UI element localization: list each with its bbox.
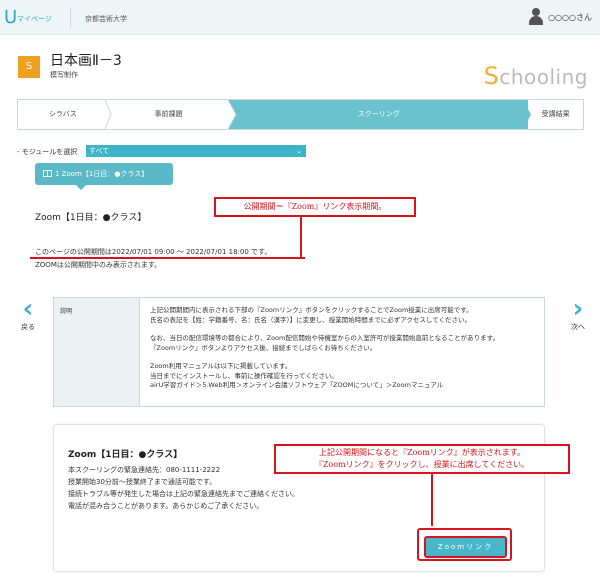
module-select[interactable]: すべて ⌄ <box>86 145 306 157</box>
tab-pre-assignment[interactable]: 事前課題 <box>108 100 230 129</box>
tab-schooling[interactable]: スクーリング <box>228 100 532 129</box>
prev-button[interactable]: ‹ 戻る <box>17 296 39 338</box>
description-text: 当日までにインストールし、事前に操作確認を行ってください。 <box>150 371 338 380</box>
user-menu[interactable]: ○○○○さん <box>528 8 592 26</box>
next-label: 次へ <box>571 323 585 331</box>
chevron-down-icon: ⌄ <box>296 147 302 155</box>
page-title: 日本画Ⅱ－3 <box>50 53 122 69</box>
user-name: ○○○○さん <box>548 12 592 22</box>
callout-text: 『Zoomリンク』をクリックし、授業に出席してください。 <box>314 460 530 469</box>
card-line: 接続トラブル等が発生した場合は上記の緊急連絡先までご連絡ください。 <box>68 490 299 498</box>
chevron-left-icon: ‹ <box>22 294 34 324</box>
prev-label: 戻る <box>21 323 35 331</box>
card-title: Zoom【1日目：●クラス】 <box>68 450 183 460</box>
description-body: 上記公開期間内に表示される下部の『Zoomリンク』ボタンをクリックすることでZo… <box>140 298 544 406</box>
course-badge: S <box>18 56 40 78</box>
section-title: Zoom【1日目：●クラス】 <box>35 213 147 223</box>
period-highlight <box>30 257 305 259</box>
zoom-callout: 上記公開期間になると『Zoomリンク』が表示されます。 『Zoomリンク』をクリ… <box>274 444 570 474</box>
callout-text: 上記公開期間になると『Zoomリンク』が表示されます。 <box>319 448 525 457</box>
divider <box>70 8 71 28</box>
period-note: ZOOMは公開期間中のみ表示されます。 <box>35 261 162 269</box>
tab-pointer <box>76 185 86 190</box>
course-tabs: シラバス 事前課題 スクーリング 受講結果 <box>17 99 584 130</box>
description-table: 説明 上記公開期間内に表示される下部の『Zoomリンク』ボタンをクリックすること… <box>53 297 545 407</box>
tab-syllabus[interactable]: シラバス <box>18 100 112 129</box>
callout-connector <box>431 474 433 526</box>
next-button[interactable]: › 次へ <box>563 296 593 338</box>
logo[interactable]: U <box>4 7 17 28</box>
module-label: - モジュールを選択 <box>17 148 78 156</box>
card-contact-info: 本スクーリングの緊急連絡先：080-1111-2222 授業開始30分前～授業終… <box>68 464 299 512</box>
tab-results[interactable]: 受講結果 <box>528 100 583 129</box>
description-text: 『Zoomリンク』ボタンよりアクセス後、接続までしばらくお待ちください。 <box>150 343 377 352</box>
publication-period: このページの公開期間は2022/07/01 09:00 ～ 2022/07/01… <box>35 248 272 256</box>
top-bar: U マイページ 京都芸術大学 ○○○○さん <box>0 0 600 35</box>
description-text: 氏名の表記を【姓：学籍番号、名：氏名（漢字）】に変更し、授業開始時間までに必ずア… <box>150 315 472 324</box>
period-callout: 公開期間＝『Zoom』リンク表示期間。 <box>214 197 416 217</box>
description-header: 説明 <box>54 298 140 406</box>
user-icon <box>528 8 544 26</box>
chevron-right-icon: › <box>572 294 584 324</box>
description-text: Zoom利用マニュアルは以下に掲載しています。 <box>150 362 292 370</box>
zoom-session-tab[interactable]: 1 Zoom【1日目：●クラス】 <box>35 163 173 185</box>
course-subtitle: 模写制作 <box>50 71 78 79</box>
university-name: 京都芸術大学 <box>85 15 127 23</box>
book-icon <box>43 170 52 177</box>
mypage-link[interactable]: マイページ <box>17 14 52 24</box>
callout-connector <box>300 217 302 258</box>
emergency-contact: 本スクーリングの緊急連絡先：080-1111-2222 <box>68 466 221 474</box>
description-text: 上記公開期間内に表示される下部の『Zoomリンク』ボタンをクリックすることでZo… <box>150 306 473 314</box>
schooling-logo: Schooling <box>483 62 588 90</box>
card-line: 電話が混み合うことがあります。あらかじめご了承ください。 <box>68 502 264 510</box>
manual-path: airU学習ガイド＞5.Web利用＞オンライン会議ソフトウェア「ZOOMについて… <box>150 381 444 389</box>
zoom-button-highlight <box>417 528 512 561</box>
card-line: 授業開始30分前～授業終了まで通話可能です。 <box>68 478 217 486</box>
description-text: なお、当日の配信環境等の都合により、Zoom配信開始や待機室からの入室許可が授業… <box>150 334 500 342</box>
